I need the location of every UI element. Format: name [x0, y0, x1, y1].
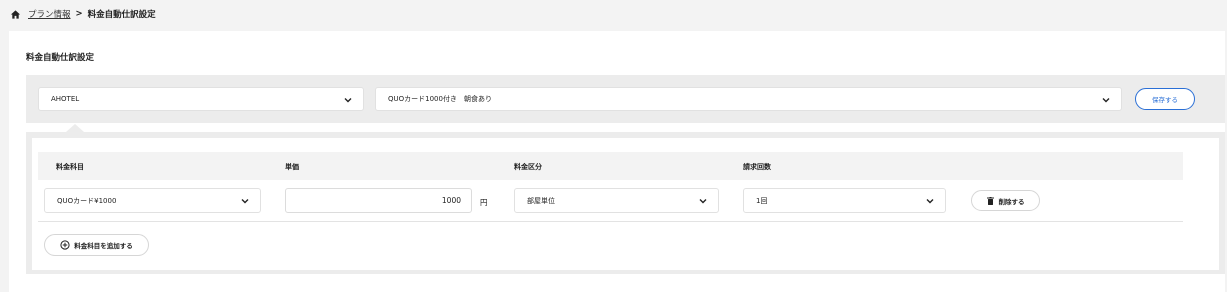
breadcrumb-current: 料金自動仕訳設定 [87, 10, 156, 20]
billing-count-select[interactable]: 1回 [743, 188, 946, 213]
currency-label: 円 [480, 198, 488, 207]
header-billing-count: 請求回数 [743, 163, 771, 171]
table-header: 料金科目 単価 料金区分 請求回数 [38, 152, 1183, 180]
category-select[interactable]: 部屋単位 [514, 188, 719, 213]
delete-button[interactable]: 削除する [971, 190, 1040, 211]
billing-count-select-value: 1回 [756, 196, 768, 205]
category-select-value: 部屋単位 [527, 196, 555, 205]
delete-button-label: 削除する [998, 197, 1025, 206]
header-unit-price: 単価 [285, 163, 299, 171]
chevron-down-icon [344, 98, 352, 103]
unit-price-input[interactable]: 1000 [285, 188, 472, 213]
plan-select-value: QUOカード1000付き 朝食あり [388, 95, 492, 103]
main-panel: 料金自動仕訳設定 AHOTEL QUOカード1000付き 朝食あり 保存する 料… [9, 31, 1225, 292]
item-select-value: QUOカード¥1000 [57, 196, 117, 205]
item-select[interactable]: QUOカード¥1000 [44, 188, 261, 213]
chevron-down-icon [1102, 98, 1110, 103]
add-fee-item-label: 料金科目を追加する [74, 242, 133, 250]
plan-select[interactable]: QUOカード1000付き 朝食あり [375, 87, 1122, 111]
hotel-select[interactable]: AHOTEL [38, 87, 364, 111]
save-button[interactable]: 保存する [1135, 88, 1195, 110]
fee-item-table: 料金科目 単価 料金区分 請求回数 QUOカード¥1000 1000 円 部屋単… [32, 138, 1219, 270]
breadcrumb-separator: > [75, 9, 83, 19]
home-icon[interactable] [10, 9, 21, 20]
filter-bar: AHOTEL QUOカード1000付き 朝食あり 保存する [26, 75, 1225, 123]
detail-container: 料金科目 単価 料金区分 請求回数 QUOカード¥1000 1000 円 部屋単… [26, 124, 1225, 274]
page-title: 料金自動仕訳設定 [26, 53, 95, 63]
header-category: 料金区分 [514, 163, 542, 171]
hotel-select-value: AHOTEL [51, 95, 80, 103]
chevron-down-icon [241, 199, 249, 204]
breadcrumb: プラン情報 > 料金自動仕訳設定 [10, 6, 156, 22]
header-item: 料金科目 [56, 163, 84, 171]
add-fee-item-button[interactable]: 料金科目を追加する [44, 234, 149, 256]
chevron-down-icon [926, 199, 934, 204]
chevron-down-icon [699, 199, 707, 204]
row-divider [38, 221, 1183, 222]
trash-icon [986, 196, 994, 205]
plus-circle-icon [60, 240, 70, 250]
pointer-notch [66, 124, 84, 132]
breadcrumb-link-plan-info[interactable]: プラン情報 [28, 8, 71, 20]
